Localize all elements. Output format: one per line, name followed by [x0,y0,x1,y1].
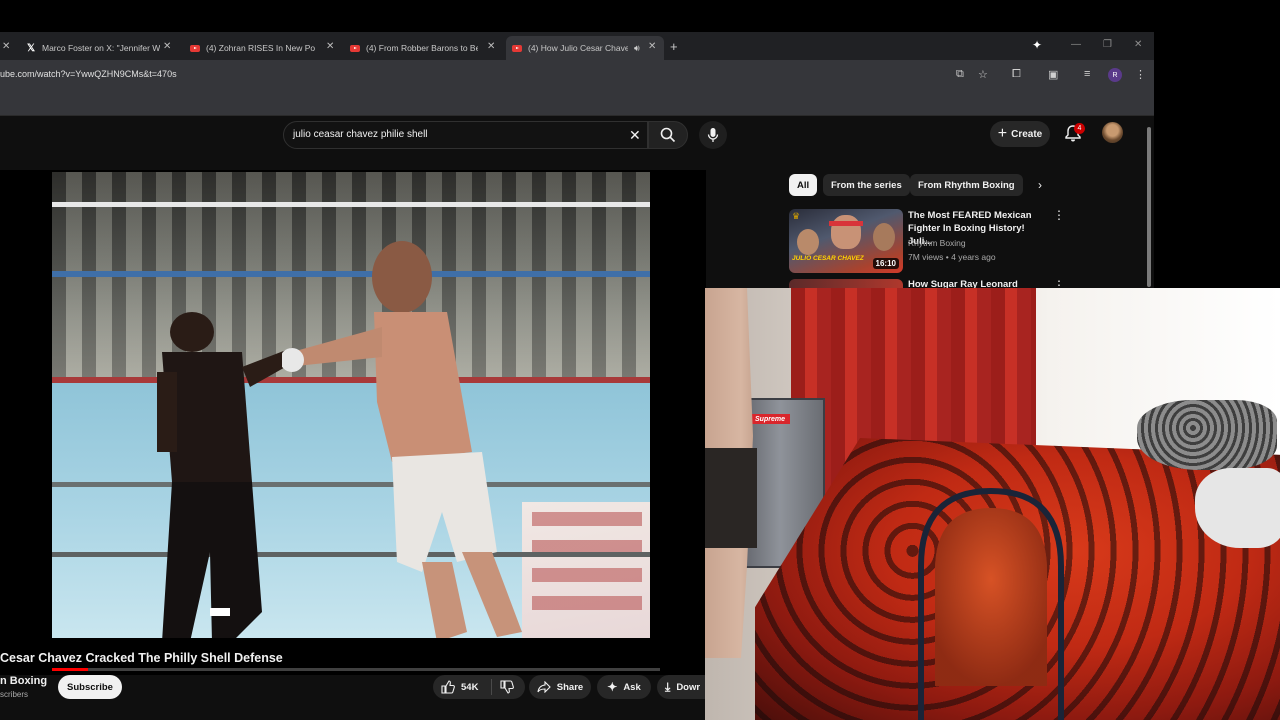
minimize-icon[interactable]: — [1071,39,1081,50]
sparkle-icon[interactable]: ✦ [1032,38,1042,52]
boxer-light-figure [282,241,522,638]
download-icon: ⤓ [665,679,671,694]
share-button[interactable]: Share [529,675,591,699]
dislike-button[interactable] [492,680,514,694]
tab-close-icon[interactable]: ✕ [326,41,334,52]
webcam-sticker: Supreme [750,414,790,424]
ask-button[interactable]: ✦ Ask [597,675,651,699]
webcam-pillow [1137,400,1277,470]
bookmark-star-icon[interactable]: ☆ [978,68,988,81]
thumbs-up-icon [441,680,455,694]
notification-count-badge: 4 [1074,123,1085,134]
search-icon [660,127,676,143]
address-bar: ube.com/watch?v=YwwQZHN9CMs&t=470s ⧉ ☆ ⧠… [0,60,1154,90]
tab-julio-cesar-chavez[interactable]: (4) How Julio Cesar Chavez 🔊︎ [506,36,664,60]
clear-search-icon[interactable]: ✕ [629,127,641,144]
webcam-chair [918,487,1064,720]
tab-title: Marco Foster on X: "Jennifer W [42,43,161,53]
youtube-header: julio ceasar chavez philie shell ✕ + Cre… [0,116,1154,152]
tab-marco-foster[interactable]: 𝕏 Marco Foster on X: "Jennifer W [26,36,164,60]
recommendation-channel[interactable]: Rhythm Boxing [908,238,966,248]
more-actions-icon[interactable]: ⋮ [1053,209,1065,221]
webcam-person-shorts [705,448,757,548]
side-panel-icon[interactable]: ▣ [1048,68,1058,81]
video-duration: 16:10 [872,258,899,269]
create-button[interactable]: + Create [990,121,1050,147]
chip-from-the-series[interactable]: From the series [823,174,910,196]
install-app-icon[interactable]: ⧉ [956,68,964,81]
channel-name[interactable]: n Boxing [0,675,47,687]
create-label: Create [1011,128,1043,140]
youtube-icon [190,43,200,53]
download-label: Dowr [676,681,701,693]
media-control-icon[interactable]: ≡ [1084,68,1090,80]
subscribe-button[interactable]: Subscribe [58,675,122,699]
tab-title: (4) From Robber Barons to Bezo [366,43,478,53]
tab-bar: ✕ 𝕏 Marco Foster on X: "Jennifer W ✕ (4)… [0,32,1154,60]
youtube-icon [350,43,360,53]
progress-bar[interactable] [52,668,660,671]
tab-title: (4) Zohran RISES In New Poll - Y [206,43,315,53]
thumb-face [797,229,819,255]
bookmark-strip [0,90,1154,116]
webcam-pillow [1195,468,1280,548]
share-icon [537,681,551,693]
microphone-icon [707,128,719,142]
chevron-right-icon[interactable]: › [1038,178,1042,192]
profile-avatar[interactable]: R [1108,68,1122,82]
youtube-icon [512,43,522,53]
new-tab-icon[interactable]: + [670,39,678,54]
tab-title: (4) How Julio Cesar Chavez [528,43,628,53]
sparkle-icon: ✦ [607,680,618,694]
x-logo-icon: 𝕏 [26,42,36,54]
recommendation-meta: 7M views • 4 years ago [908,252,996,262]
thumbs-down-icon [500,680,514,694]
ask-label: Ask [623,681,641,693]
search-query: julio ceasar chavez philie shell [293,129,428,140]
voice-search-button[interactable] [699,121,727,149]
video-player[interactable] [0,170,706,675]
share-label: Share [556,681,584,693]
channel-logo-icon: ♛ [792,211,801,221]
ring-rope-top [52,202,650,207]
thumbnail-caption: JULIO CESAR CHAVEZ [792,255,864,262]
search-input[interactable]: julio ceasar chavez philie shell ✕ [283,121,648,149]
chip-from-rhythm-boxing[interactable]: From Rhythm Boxing [910,174,1023,196]
subscriber-count: scribers [0,690,29,699]
restore-icon[interactable]: ❐ [1103,39,1112,50]
browser-menu-icon[interactable]: ⋮ [1135,68,1146,81]
screen: ✕ 𝕏 Marco Foster on X: "Jennifer W ✕ (4)… [0,0,1280,720]
more-actions-icon[interactable]: ⋮ [1053,279,1065,291]
webcam-overlay: Supreme [705,288,1280,720]
boxer-dark-figure [157,312,292,638]
tab-close-icon[interactable]: ✕ [163,41,171,52]
like-dislike-group: 54K [433,675,525,699]
tab-close-icon[interactable]: ✕ [648,41,656,52]
progress-played [52,668,89,671]
speaker-icon[interactable]: 🔊︎ [634,43,640,54]
account-avatar[interactable] [1102,122,1123,143]
tab-zohran[interactable]: (4) Zohran RISES In New Poll - Y [190,36,315,60]
tab-close-icon[interactable]: ✕ [2,41,10,52]
like-count: 54K [461,681,479,693]
plus-icon: + [997,125,1008,142]
page-scrollbar[interactable] [1146,117,1152,287]
chip-all[interactable]: All [789,174,818,196]
scrollbar-thumb[interactable] [1147,127,1151,287]
tab-robber-barons[interactable]: (4) From Robber Barons to Bezo [350,36,478,60]
video-title: Cesar Chavez Cracked The Philly Shell De… [0,651,283,665]
tab-close-icon[interactable]: ✕ [487,41,495,52]
video-frame [52,172,650,638]
search-button[interactable] [648,121,688,149]
extensions-icon[interactable]: ⧠ [1012,68,1021,81]
thumb-face [873,223,895,251]
like-button[interactable]: 54K [433,680,491,694]
window-close-icon[interactable]: ✕ [1134,39,1142,50]
recommendation-thumbnail[interactable]: ♛ JULIO CESAR CHAVEZ 16:10 [789,209,903,273]
url-text[interactable]: ube.com/watch?v=YwwQZHN9CMs&t=470s [0,69,177,79]
